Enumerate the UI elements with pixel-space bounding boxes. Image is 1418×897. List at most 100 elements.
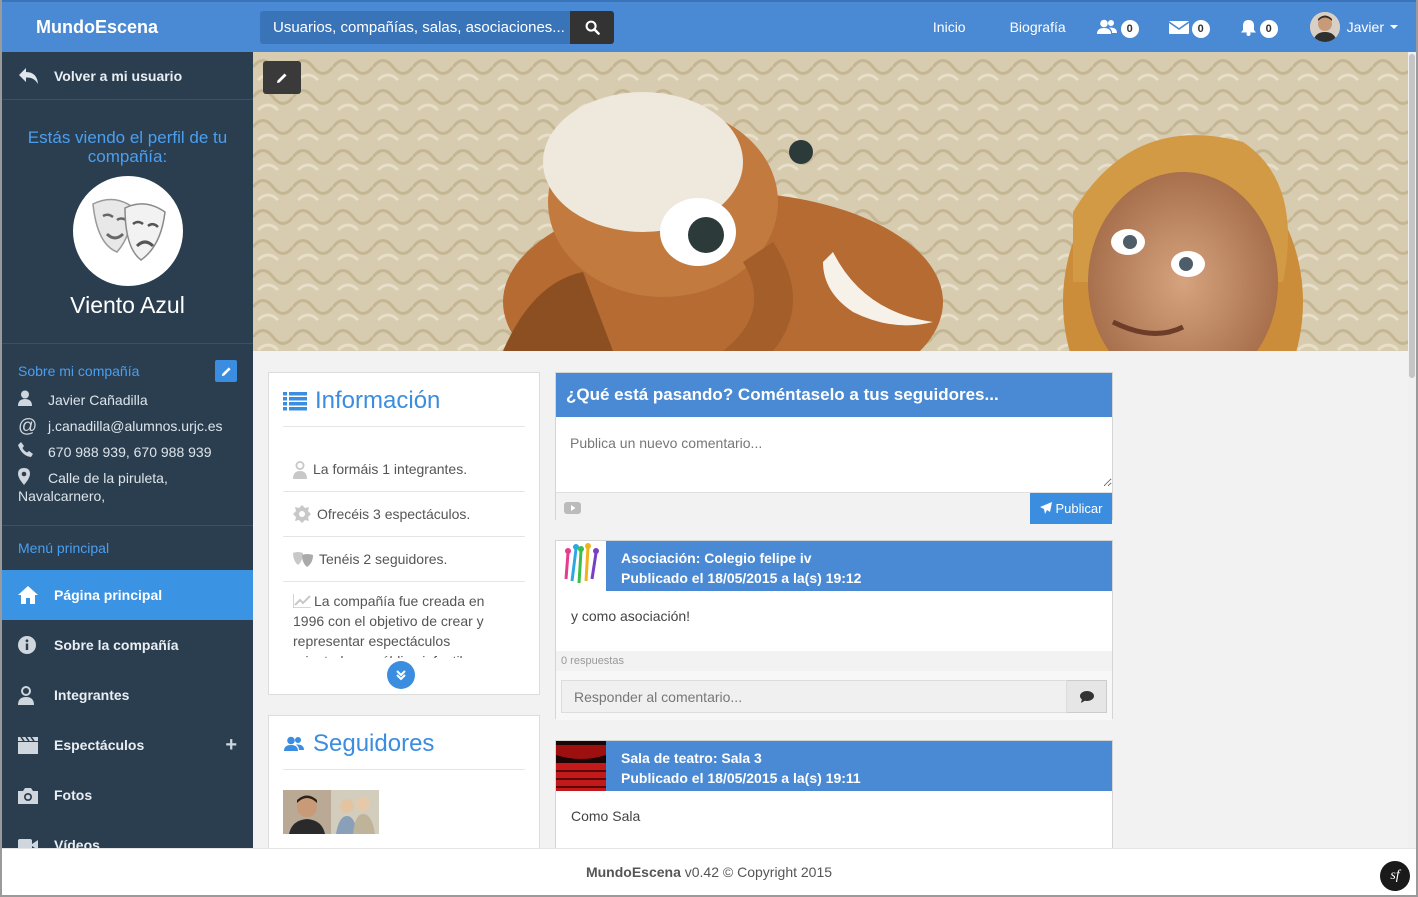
main-menu-header: Menú principal — [18, 540, 110, 556]
user-menu[interactable]: Javier — [1309, 12, 1398, 42]
nav-link-home[interactable]: Inicio — [933, 19, 966, 35]
post-author[interactable]: Asociación: Colegio felipe iv — [621, 548, 1097, 568]
scrollbar-thumb[interactable] — [1409, 54, 1415, 378]
reply-send-button[interactable] — [1067, 680, 1107, 713]
post-header: Sala de teatro: Sala 3 Publicado el 18/0… — [556, 741, 1112, 791]
about-header-label: Sobre mi compañía — [18, 363, 140, 379]
company-name: Viento Azul — [70, 292, 185, 318]
contact-address-row: Calle de la piruleta, — [18, 468, 237, 489]
messages-menu[interactable]: 0 — [1168, 16, 1210, 38]
company-avatar[interactable] — [72, 176, 183, 286]
contact-phone: 670 988 939, 670 988 939 — [48, 444, 212, 460]
sidebar-item-label: Fotos — [54, 787, 93, 803]
info-card-title: Información — [283, 387, 525, 427]
contact-name: Javier Cañadilla — [48, 392, 148, 408]
new-comment-input[interactable] — [556, 417, 1112, 487]
edit-about-button[interactable] — [215, 360, 237, 382]
follower-avatar[interactable] — [331, 790, 379, 834]
home-icon — [18, 586, 38, 604]
footer: MundoEscena v0.42 © Copyright 2015 sf — [2, 848, 1416, 895]
sidebar-item-members[interactable]: Integrantes — [2, 670, 253, 720]
post-body: y como asociación! — [571, 608, 691, 624]
search-button[interactable] — [570, 10, 614, 44]
post-author-avatar[interactable] — [556, 741, 606, 791]
at-icon: @ — [18, 416, 38, 437]
user-name: Javier — [1346, 19, 1384, 35]
pencil-icon — [277, 73, 287, 83]
sidebar-item-home[interactable]: Página principal — [2, 570, 253, 620]
back-to-user-link[interactable]: Volver a mi usuario — [2, 52, 253, 100]
reply-arrow-icon — [19, 67, 38, 84]
footer-text: v0.42 © Copyright 2015 — [684, 864, 833, 880]
followers-list — [283, 790, 525, 834]
follower-avatar[interactable] — [283, 790, 331, 834]
info-item-label: Ofrecéis 3 espectáculos. — [317, 506, 471, 522]
post-card: Asociación: Colegio felipe iv Publicado … — [555, 540, 1113, 720]
nav-link-biography[interactable]: Biografía — [1010, 19, 1066, 35]
sidebar-item-label: Integrantes — [54, 687, 130, 703]
info-circle-icon — [18, 636, 36, 654]
sidebar-item-shows[interactable]: Espectáculos + — [2, 720, 253, 770]
video-camera-icon — [18, 839, 38, 848]
info-item-shows: Ofrecéis 3 espectáculos. — [283, 492, 525, 537]
info-item-followers: Tenéis 2 seguidores. — [283, 537, 525, 582]
info-title-label: Información — [315, 387, 441, 414]
top-navbar: MundoEscena Inicio Biografía 0 0 0 Javie… — [0, 0, 1418, 52]
info-card: Información La formáis 1 integrantes. Of… — [268, 372, 540, 695]
sidebar-item-label: Sobre la compañía — [54, 637, 179, 653]
sidebar-item-about[interactable]: Sobre la compañía — [2, 620, 253, 670]
sidebar-item-label: Página principal — [54, 587, 163, 603]
user-avatar — [1309, 12, 1340, 42]
followers-title-label: Seguidores — [313, 730, 435, 757]
badge-star-icon — [293, 505, 311, 523]
reply-input[interactable] — [561, 680, 1067, 713]
paper-plane-icon — [1039, 502, 1052, 514]
composer-title: ¿Qué está pasando? Coméntaselo a tus seg… — [556, 373, 1112, 417]
info-description-text: La compañía fue creada en 1996 con el ob… — [293, 593, 485, 658]
post-author-avatar[interactable] — [556, 541, 606, 591]
expand-info-button[interactable] — [387, 661, 415, 689]
phone-icon — [18, 442, 33, 457]
symfony-logo[interactable]: sf — [1380, 861, 1410, 891]
search-icon — [585, 20, 600, 35]
back-link-label: Volver a mi usuario — [54, 67, 183, 84]
contact-address-line2: Navalcarnero, — [18, 488, 106, 504]
profile-block: Estás viendo el perfil de tu compañía: V… — [2, 100, 253, 344]
about-section: Sobre mi compañía Javier Cañadilla @ j.c… — [2, 344, 253, 526]
sidebar-item-label: Espectáculos — [54, 737, 145, 753]
publish-button[interactable]: Publicar — [1030, 492, 1112, 524]
reply-form — [556, 671, 1112, 720]
cover-image — [253, 52, 1410, 351]
contact-name-row: Javier Cañadilla — [18, 390, 237, 411]
envelope-icon — [1168, 20, 1189, 34]
post-card: Sala de teatro: Sala 3 Publicado el 18/0… — [555, 740, 1113, 860]
member-icon — [18, 686, 34, 705]
friends-badge: 0 — [1120, 20, 1139, 38]
add-show-button[interactable]: + — [225, 734, 237, 757]
member-icon — [293, 460, 307, 479]
notifications-badge: 0 — [1259, 20, 1278, 38]
post-header: Asociación: Colegio felipe iv Publicado … — [556, 541, 1112, 591]
line-chart-icon — [292, 594, 311, 609]
notifications-menu[interactable]: 0 — [1240, 16, 1278, 38]
footer-brand: MundoEscena — [585, 864, 681, 880]
edit-cover-button[interactable] — [263, 61, 301, 94]
youtube-icon[interactable] — [564, 502, 581, 514]
post-date: Publicado el 18/05/2015 a la(s) 19:11 — [621, 770, 861, 786]
chevron-double-down-icon — [396, 670, 406, 681]
sidebar-item-photos[interactable]: Fotos — [2, 770, 253, 820]
sidebar-item-videos[interactable]: Vídeos — [2, 820, 253, 848]
post-date: Publicado el 18/05/2015 a la(s) 19:12 — [621, 570, 862, 586]
map-marker-icon — [18, 468, 30, 485]
post-author[interactable]: Sala de teatro: Sala 3 — [621, 748, 1097, 768]
search-input[interactable] — [260, 10, 570, 44]
page-scrollbar[interactable] — [1408, 52, 1416, 848]
info-description: La compañía fue creada en 1996 con el ob… — [283, 582, 525, 658]
contact-phone-row: 670 988 939, 670 988 939 — [18, 442, 237, 463]
friends-menu[interactable]: 0 — [1096, 16, 1139, 38]
sidebar-item-label: Vídeos — [54, 837, 100, 848]
search-bar — [260, 10, 614, 44]
replies-count[interactable]: 0 respuestas — [556, 651, 1112, 671]
brand-logo[interactable]: MundoEscena — [36, 17, 260, 38]
contact-email[interactable]: j.canadilla@alumnos.urjc.es — [48, 416, 223, 437]
